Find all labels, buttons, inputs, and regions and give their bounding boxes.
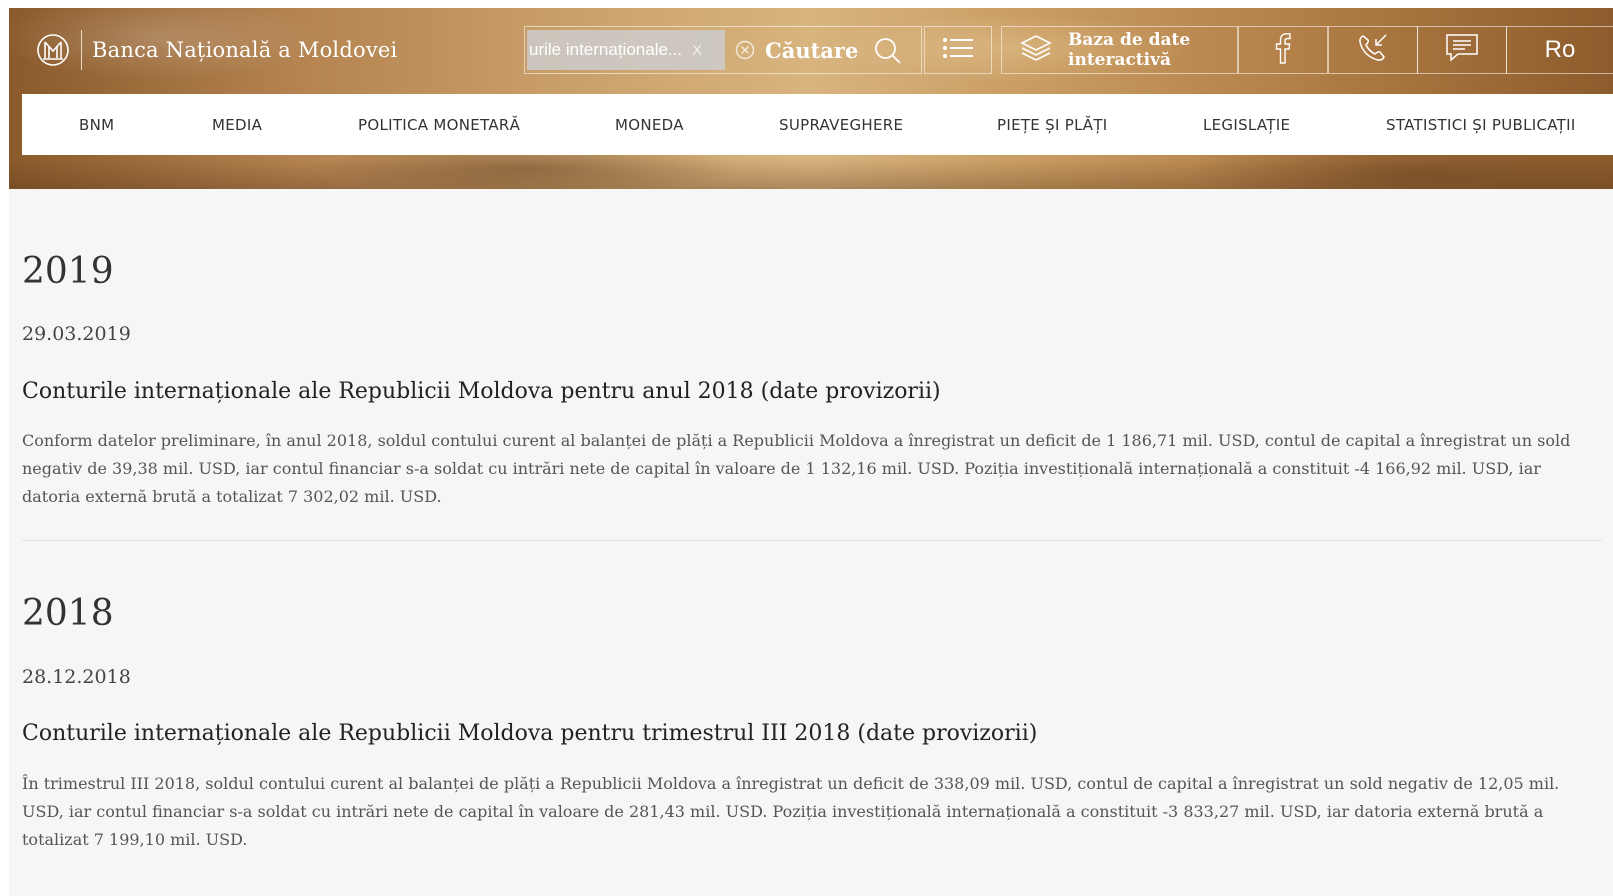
- search-query-chip[interactable]: urile internaționale... X: [527, 30, 725, 70]
- article-title-link[interactable]: Conturile internaționale ale Republicii …: [22, 379, 941, 404]
- article-date: 28.12.2018: [22, 666, 131, 688]
- clear-circle-icon[interactable]: [735, 40, 755, 60]
- nav-item-markets-payments[interactable]: PIEȚE ȘI PLĂȚI: [997, 94, 1108, 155]
- interactive-database-button[interactable]: Baza de date interactivă: [1001, 26, 1238, 74]
- facebook-button[interactable]: [1238, 26, 1328, 74]
- nav-item-legislation[interactable]: LEGISLAȚIE: [1203, 94, 1290, 155]
- search-chip-text: urile internaționale...: [529, 40, 683, 59]
- search-box[interactable]: urile internaționale... X Căutare: [524, 26, 922, 74]
- year-heading: 2019: [22, 251, 114, 292]
- logo-divider: [81, 30, 82, 70]
- site-logo[interactable]: Banca Națională a Moldovei: [35, 30, 397, 70]
- header-banner: Banca Națională a Moldovei urile interna…: [9, 8, 1613, 189]
- site-name: Banca Națională a Moldovei: [92, 38, 398, 62]
- year-heading: 2018: [22, 593, 114, 634]
- database-label-line2: interactivă: [1068, 50, 1172, 70]
- bnm-logo-icon: [35, 32, 71, 68]
- nav-item-monetary-policy[interactable]: POLITICA MONETARĂ: [358, 94, 520, 155]
- page: Banca Națională a Moldovei urile interna…: [9, 8, 1613, 896]
- search-label[interactable]: Căutare: [765, 38, 858, 63]
- layers-icon: [1020, 33, 1052, 67]
- list-icon: [942, 37, 974, 63]
- nav-item-bnm[interactable]: BNM: [79, 94, 114, 155]
- article-summary: Conform datelor preliminare, în anul 201…: [22, 431, 1571, 506]
- article-summary: În trimestrul III 2018, soldul contului …: [22, 774, 1560, 849]
- article-date: 29.03.2019: [22, 323, 131, 345]
- database-label-line1: Baza de date: [1068, 30, 1191, 50]
- database-label: Baza de date interactivă: [1068, 30, 1190, 70]
- chat-icon: [1445, 33, 1479, 67]
- nav-item-supervision[interactable]: SUPRAVEGHERE: [779, 94, 903, 155]
- section-divider: [22, 540, 1602, 541]
- message-button[interactable]: [1417, 26, 1507, 74]
- search-icon[interactable]: [873, 36, 903, 70]
- phone-icon: [1356, 32, 1390, 68]
- nav-item-currency[interactable]: MONEDA: [615, 94, 684, 155]
- language-switch[interactable]: Ro: [1506, 26, 1613, 74]
- nav-item-statistics-publications[interactable]: STATISTICI ȘI PUBLICAȚII: [1386, 94, 1576, 155]
- menu-list-button[interactable]: [924, 26, 992, 74]
- article-title-link[interactable]: Conturile internaționale ale Republicii …: [22, 721, 1037, 746]
- phone-button[interactable]: [1328, 26, 1418, 74]
- chip-remove-button[interactable]: X: [692, 42, 702, 59]
- facebook-icon: [1274, 32, 1292, 68]
- main-navigation: BNM MEDIA POLITICA MONETARĂ MONEDA SUPRA…: [22, 94, 1613, 155]
- nav-item-media[interactable]: MEDIA: [212, 94, 262, 155]
